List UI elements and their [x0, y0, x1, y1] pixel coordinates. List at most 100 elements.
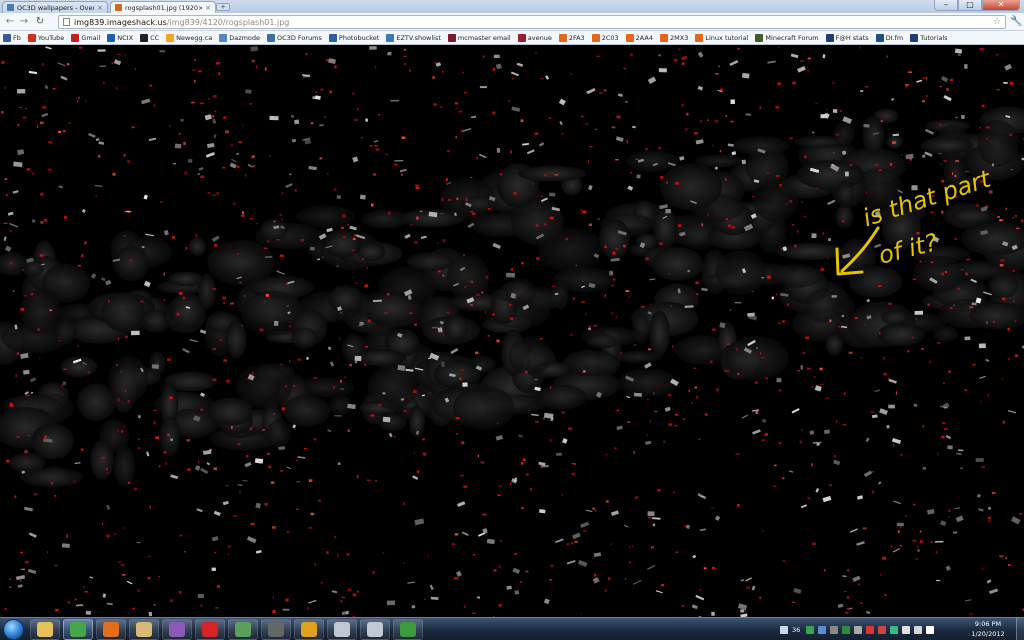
bookmark-fb[interactable]: Fb [3, 33, 21, 42]
clock-time: 9:06 PM [974, 620, 1002, 628]
tray-app-icon[interactable] [854, 625, 863, 634]
taskbar-winamp-button[interactable] [162, 619, 192, 640]
clock[interactable]: 9:06 PM 1/20/2012 [962, 619, 1014, 639]
tray-app-icon[interactable] [866, 625, 875, 634]
taskbar-flash-button[interactable] [195, 619, 225, 640]
youtube-icon [27, 33, 36, 42]
tray-arrow-icon[interactable] [780, 625, 788, 634]
close-tab-icon[interactable]: × [205, 4, 211, 12]
wrench-menu-icon[interactable]: 🔧 [1010, 16, 1022, 27]
bookmark-cc[interactable]: CC [140, 33, 159, 42]
taskbar-utorrent-button[interactable] [393, 619, 423, 640]
image-favicon-icon [115, 4, 122, 11]
show-desktop-button[interactable] [1016, 618, 1024, 640]
taskbar-firefox-button[interactable] [96, 619, 126, 640]
2aa4-icon [625, 33, 634, 42]
bookmark-youtube[interactable]: YouTube [27, 33, 65, 42]
tray-app-icon[interactable] [890, 625, 899, 634]
winamp-icon [169, 622, 185, 637]
oc3d-icon [267, 33, 276, 42]
bookmark-avenue[interactable]: avenue [517, 33, 552, 42]
taskbar: 36 9:06 PM 1/20/2012 [0, 617, 1024, 640]
tutorials-icon [910, 33, 919, 42]
tab-oc3d-wallpapers[interactable]: OC3D wallpapers - Overcl × [2, 1, 108, 13]
taskbar-window-button[interactable] [327, 619, 357, 640]
flag-icon[interactable] [926, 625, 935, 634]
bookmark-2fa3[interactable]: 2FA3 [558, 33, 585, 42]
ncix-icon [107, 33, 116, 42]
close-tab-icon[interactable]: × [97, 4, 103, 12]
image-viewport[interactable]: is that part of it? [0, 46, 1024, 617]
taskbar-paint-button[interactable] [129, 619, 159, 640]
bookmark-label: Linux tutorial [705, 33, 749, 42]
eztv-icon [386, 33, 395, 42]
tray-app-icon[interactable] [842, 625, 851, 634]
bookmark-2c03[interactable]: 2C03 [591, 33, 619, 42]
bookmark-eztv-showlist[interactable]: EZTV.showlist [386, 33, 441, 42]
address-host: img839.imageshack.us [74, 17, 167, 27]
oc3d-favicon-icon [7, 4, 14, 11]
tab-rogsplash[interactable]: rogsplash01.jpg (1920×108 × [110, 1, 216, 13]
window-controls: – □ ✕ [934, 0, 1020, 12]
media-icon [301, 622, 317, 637]
address-path: /img839/4120/rogsplash01.jpg [166, 17, 290, 27]
network-icon[interactable] [902, 625, 911, 634]
maximize-button[interactable]: □ [958, 0, 982, 11]
bookmark-label: YouTube [37, 33, 65, 42]
address-bar[interactable]: img839.imageshack.us/img839/4120/rogspla… [58, 15, 1006, 29]
taskbar-chrome-button[interactable] [63, 619, 93, 640]
taskbar-window2-button[interactable] [360, 619, 390, 640]
bookmark-2mx3[interactable]: 2MX3 [660, 33, 689, 42]
2c03-icon [591, 33, 600, 42]
start-button[interactable] [3, 619, 24, 640]
bookmark-label: Gmail [81, 33, 101, 42]
forward-arrow-icon[interactable]: → [18, 16, 30, 28]
bookmark-label: OC3D Forums [277, 33, 322, 42]
bookmark-di-fm[interactable]: DI.fm [875, 33, 903, 42]
minimize-button[interactable]: – [934, 0, 958, 11]
photobucket-icon [328, 33, 337, 42]
bookmark-dazmode[interactable]: Dazmode [219, 33, 260, 42]
bookmark-mcmaster-email[interactable]: mcmaster email [447, 33, 511, 42]
bookmark-oc3d-forums[interactable]: OC3D Forums [267, 33, 322, 42]
tray-app-icon[interactable] [830, 625, 839, 634]
taskbar-notepad-button[interactable] [228, 619, 258, 640]
close-window-button[interactable]: ✕ [982, 0, 1020, 11]
bookmark-tutorials[interactable]: Tutorials [910, 33, 948, 42]
taskbar-explorer-button[interactable] [30, 619, 60, 640]
bookmark-label: Fb [13, 33, 21, 42]
taskbar-media-button[interactable] [294, 619, 324, 640]
back-arrow-icon[interactable]: ← [4, 16, 16, 28]
bookmark-photobucket[interactable]: Photobucket [328, 33, 380, 42]
window2-icon [367, 622, 383, 637]
bookmark-label: Tutorials [920, 33, 948, 42]
2mx3-icon [660, 33, 669, 42]
bookmark-label: 2FA3 [568, 33, 585, 42]
bookmark-star-icon[interactable]: ☆ [993, 16, 1001, 28]
dazmode-icon [219, 33, 228, 42]
bookmark-label: Newegg.ca [176, 33, 213, 42]
taskbar-terminal-button[interactable] [261, 619, 291, 640]
volume-icon[interactable] [914, 625, 923, 634]
linux-tutorial-icon [695, 33, 704, 42]
bookmark-linux-tutorial[interactable]: Linux tutorial [695, 33, 749, 42]
tray-app-icon[interactable] [818, 625, 827, 634]
bookmark-label: F@H stats [835, 33, 869, 42]
bookmark-ncix[interactable]: NCIX [107, 33, 133, 42]
tray-app-icon[interactable] [806, 625, 815, 634]
tab-title: rogsplash01.jpg (1920×108 [125, 3, 202, 12]
bookmark-label: Photobucket [338, 33, 380, 42]
new-tab-button[interactable]: + [216, 3, 230, 11]
minecraft-icon [755, 33, 764, 42]
bookmark-2aa4[interactable]: 2AA4 [625, 33, 653, 42]
reload-icon[interactable]: ↻ [34, 16, 46, 28]
bookmark-label: mcmaster email [457, 33, 511, 42]
facebook-icon [3, 33, 11, 42]
bookmark-label: 2MX3 [670, 33, 689, 42]
bookmark-newegg-ca[interactable]: Newegg.ca [166, 33, 213, 42]
bookmark-minecraft-forum[interactable]: Minecraft Forum [755, 33, 819, 42]
bookmark-f-h-stats[interactable]: F@H stats [825, 33, 869, 42]
tab-title: OC3D wallpapers - Overcl [17, 3, 95, 12]
tray-app-icon[interactable] [878, 625, 887, 634]
bookmark-gmail[interactable]: Gmail [71, 33, 101, 42]
